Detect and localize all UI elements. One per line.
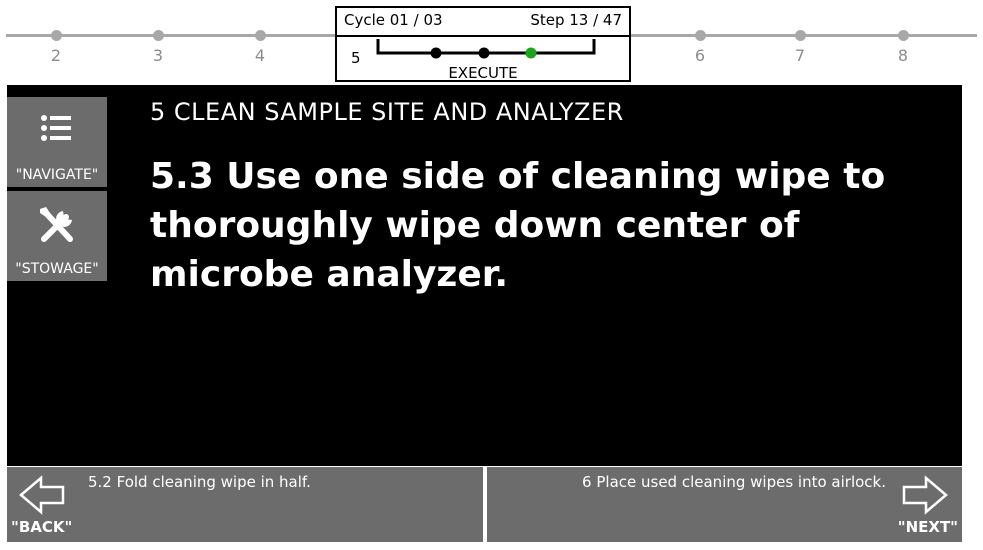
arrow-left-icon <box>19 475 65 515</box>
back-button-label: "BACK" <box>11 518 73 536</box>
section-title: 5 CLEAN SAMPLE SITE AND ANALYZER <box>150 98 624 126</box>
progress-step-number[interactable]: 3 <box>146 46 170 65</box>
tools-icon <box>7 205 107 251</box>
progress-dot-step-4 <box>255 30 266 41</box>
progress-step-number[interactable]: 2 <box>44 46 68 65</box>
cycle-counter: Cycle 01 / 03 <box>344 11 443 29</box>
progress-step-number[interactable]: 7 <box>788 46 812 65</box>
stowage-button-label: "STOWAGE" <box>15 261 99 277</box>
next-step-text: 6 Place used cleaning wipes into airlock… <box>582 473 886 491</box>
substep-dot-complete <box>430 47 442 59</box>
progress-dot-step-7 <box>795 30 806 41</box>
next-button[interactable]: 6 Place used cleaning wipes into airlock… <box>487 467 962 542</box>
navigate-button[interactable]: "NAVIGATE" <box>7 97 107 187</box>
status-header: Cycle 01 / 03 Step 13 / 47 <box>337 8 629 37</box>
progress-dot-step-2 <box>51 30 62 41</box>
list-icon <box>7 113 107 147</box>
progress-step-number[interactable]: 4 <box>248 46 272 65</box>
progress-dot-step-6 <box>695 30 706 41</box>
substep-dot-complete <box>478 47 490 59</box>
navigate-button-label: "NAVIGATE" <box>15 167 99 183</box>
step-counter: Step 13 / 47 <box>530 11 622 29</box>
previous-step-text: 5.2 Fold cleaning wipe in half. <box>88 473 311 491</box>
execution-mode-label: EXECUTE <box>448 64 518 82</box>
progress-step-number[interactable]: 6 <box>688 46 712 65</box>
stowage-button[interactable]: "STOWAGE" <box>7 191 107 281</box>
arrow-right-icon <box>902 475 948 515</box>
progress-step-number[interactable]: 8 <box>891 46 915 65</box>
progress-dot-step-8 <box>898 30 909 41</box>
step-instruction: 5.3 Use one side of cleaning wipe to tho… <box>150 156 886 295</box>
back-button[interactable]: 5.2 Fold cleaning wipe in half. "BACK" <box>7 467 483 542</box>
substep-dot-current <box>525 47 537 59</box>
current-step-status: Cycle 01 / 03 Step 13 / 47 5 EXECUTE <box>335 6 631 82</box>
next-button-label: "NEXT" <box>897 518 958 536</box>
progress-dot-step-3 <box>153 30 164 41</box>
